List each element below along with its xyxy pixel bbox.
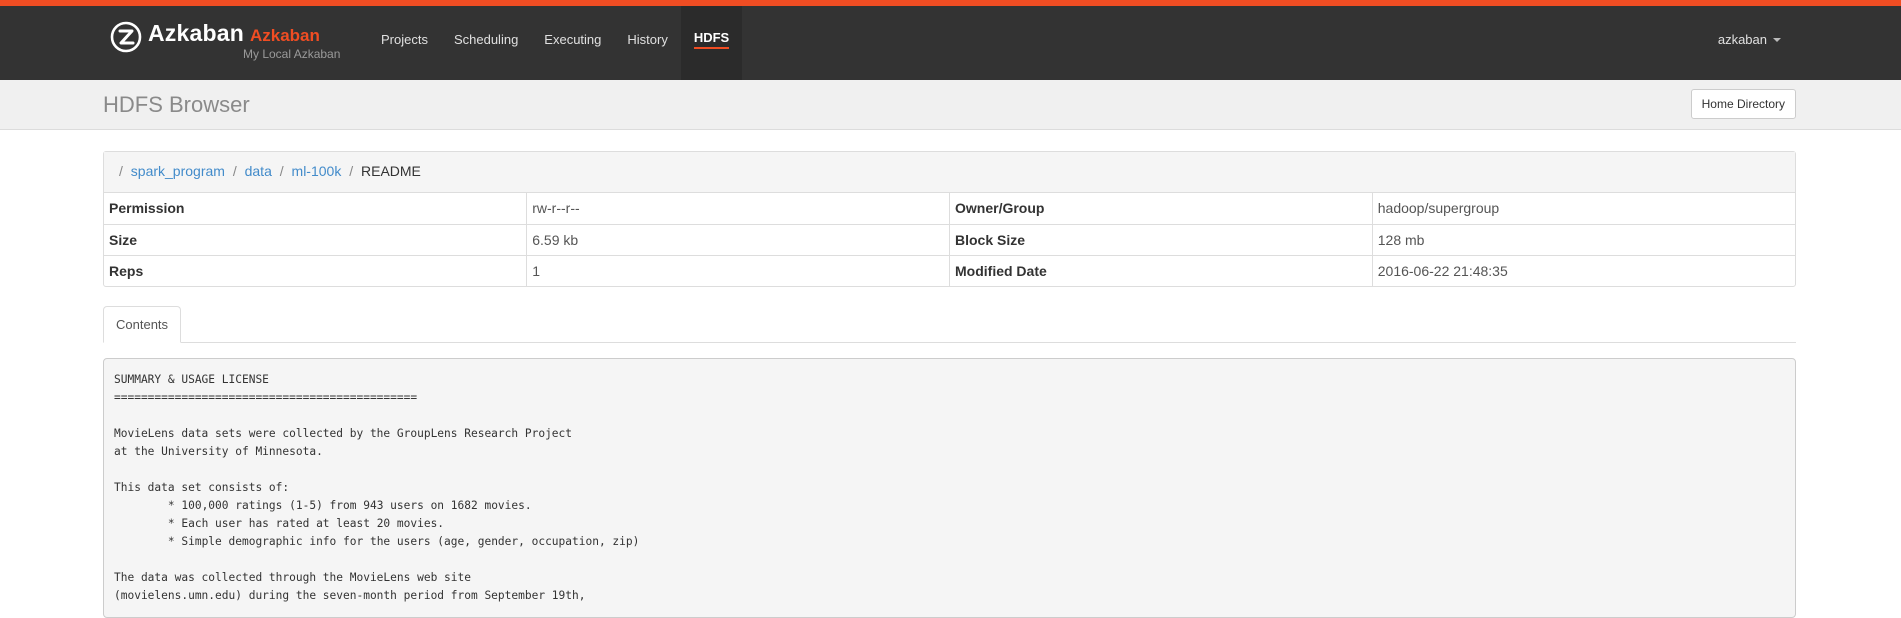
brand-tagline: My Local Azkaban [243,47,341,61]
brand-name: Azkaban [148,20,244,46]
brand[interactable]: Azkaban Azkaban My Local Azkaban [110,20,340,61]
meta-label: Size [104,223,528,255]
breadcrumb-link-data[interactable]: data [245,163,272,179]
top-navbar: Azkaban Azkaban My Local Azkaban Project… [0,0,1901,80]
breadcrumb-separator: / [349,163,354,179]
meta-value: hadoop/supergroup [1377,200,1500,217]
meta-value: 1 [526,254,950,286]
breadcrumb: / spark_program / data / ml-100k / READM… [104,152,1795,193]
breadcrumb-link-spark-program[interactable]: spark_program [131,163,225,179]
meta-value: 128 mb [1372,223,1795,255]
tab-contents[interactable]: Contents [103,306,182,343]
meta-value: 6.59 kb [526,223,950,255]
breadcrumb-separator: / [232,163,237,179]
meta-label: Permission [104,193,528,224]
page-title: HDFS Browser [103,92,250,117]
main-nav: Projects Scheduling Executing History HD… [368,6,743,80]
nav-label: History [627,31,668,47]
file-contents-text: SUMMARY & USAGE LICENSE ================… [114,373,640,602]
azkaban-logo-icon [110,21,142,53]
breadcrumb-separator: / [119,163,123,179]
meta-label: Reps [104,254,528,286]
home-directory-button[interactable]: Home Directory [1690,89,1796,119]
nav-label: Projects [381,31,428,47]
content-tabs: Contents [103,306,1796,343]
nav-item-projects[interactable]: Projects [368,6,441,80]
meta-value: 2016-06-22 21:48:35 [1372,254,1795,286]
breadcrumb-separator: / [279,163,284,179]
nav-item-history[interactable]: History [614,6,680,80]
breadcrumb-current: README [361,163,421,179]
meta-label: Modified Date [949,254,1373,286]
brand-subname: Azkaban [249,26,320,45]
table-row: Size 6.59 kb Block Size 128 mb [104,223,1795,255]
nav-item-executing[interactable]: Executing [531,6,614,80]
file-contents-viewer: SUMMARY & USAGE LICENSE ================… [103,358,1796,618]
meta-value: rw-r--r-- [526,193,950,224]
table-row: Reps 1 Modified Date 2016-06-22 21:48:35 [104,254,1795,286]
nav-label: HDFS [693,30,730,49]
nav-item-hdfs[interactable]: HDFS [680,6,743,80]
brand-text: Azkaban Azkaban My Local Azkaban [148,20,340,61]
meta-label: Owner/Group [949,193,1373,224]
nav-label: Scheduling [453,31,519,47]
table-row: Permission rw-r--r-- Owner/Group hadoop/… [104,193,1795,224]
breadcrumb-link-ml-100k[interactable]: ml-100k [292,163,342,179]
caret-down-icon [1773,38,1781,42]
user-menu-dropdown[interactable]: azkaban [1718,6,1781,80]
nav-item-scheduling[interactable]: Scheduling [441,6,531,80]
user-name: azkaban [1717,31,1767,47]
nav-label: Executing [544,31,602,47]
meta-label: Block Size [949,223,1373,255]
file-info-panel: / spark_program / data / ml-100k / READM… [103,151,1796,287]
page-header: HDFS Browser Home Directory [0,80,1901,130]
file-metadata-table: Permission rw-r--r-- Owner/Group hadoop/… [104,193,1795,286]
